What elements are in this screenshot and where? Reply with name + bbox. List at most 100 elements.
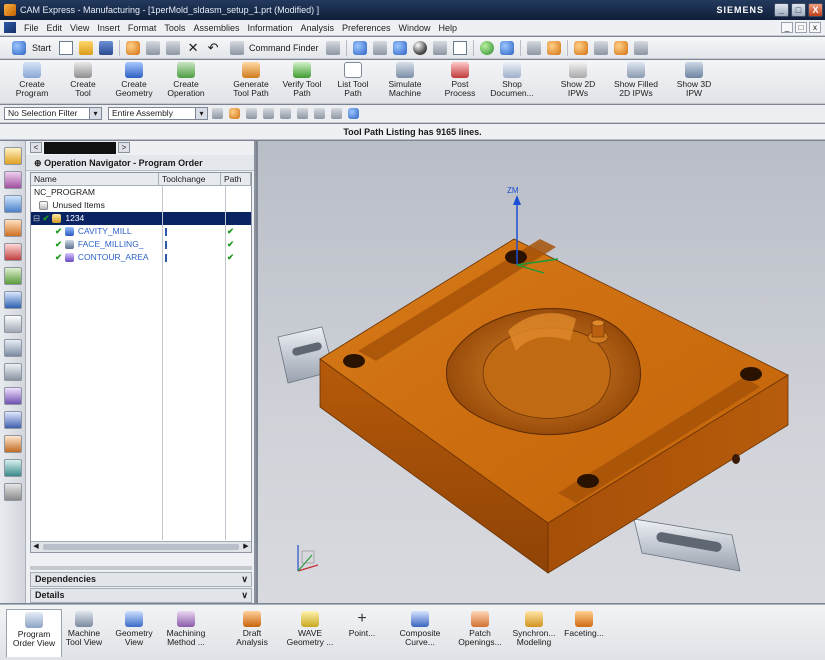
verify-toolpath-button[interactable]: Verify Tool Path — [276, 62, 328, 102]
cut-icon[interactable] — [126, 40, 141, 55]
select-component-icon[interactable] — [314, 108, 325, 119]
close-button[interactable]: X — [808, 3, 823, 17]
synchronous-modeling-button[interactable]: Synchron... Modeling — [506, 609, 562, 657]
select-face-icon[interactable] — [263, 108, 274, 119]
show-3d-ipw-button[interactable]: Show 3D IPW — [668, 62, 720, 102]
column-path-header[interactable]: Path — [221, 173, 251, 185]
copy-icon[interactable] — [146, 40, 161, 55]
wave-geometry-button[interactable]: WAVE Geometry ... — [282, 609, 338, 657]
composite-curve-button[interactable]: Composite Curve... — [392, 609, 448, 657]
post-process-button[interactable]: Post Process — [434, 62, 486, 102]
scroll-right-icon[interactable]: ▶ — [241, 542, 251, 552]
filter-options-icon[interactable] — [212, 108, 223, 119]
open-folder-icon[interactable] — [79, 40, 94, 55]
resource-extra-tab-icon[interactable] — [3, 483, 22, 501]
menu-view[interactable]: View — [66, 23, 93, 33]
render-style-icon[interactable] — [412, 40, 427, 55]
graphics-window[interactable]: ZM — [258, 141, 825, 603]
assembly-icon[interactable] — [526, 40, 541, 55]
system-scenes-tab-icon[interactable] — [3, 459, 22, 477]
menu-window[interactable]: Window — [395, 23, 435, 33]
select-body-icon[interactable] — [297, 108, 308, 119]
process-studio-tab-icon[interactable] — [3, 387, 22, 405]
right-clamp[interactable] — [633, 518, 741, 572]
shop-documentation-button[interactable]: Shop Documen... — [486, 62, 538, 102]
list-toolpath-button[interactable]: List Tool Path — [327, 62, 379, 102]
tree-row-nc-program[interactable]: NC_PROGRAM — [31, 186, 251, 199]
operation-navigator-tab-icon[interactable] — [3, 147, 22, 165]
select-feature-icon[interactable] — [331, 108, 342, 119]
dimension-icon[interactable] — [633, 40, 648, 55]
selection-scope-dropdown[interactable]: Entire Assembly — [108, 107, 208, 120]
zoom-icon[interactable] — [372, 40, 387, 55]
palettes-tab-icon[interactable] — [3, 315, 22, 333]
select-all-icon[interactable] — [246, 108, 257, 119]
mold-model-view[interactable]: ZM — [258, 141, 825, 603]
tab-scroll-left-icon[interactable]: < — [30, 142, 42, 153]
layer-settings-icon[interactable] — [452, 40, 467, 55]
create-operation-button[interactable]: Create Operation — [160, 62, 212, 102]
maximize-button[interactable]: □ — [791, 3, 806, 17]
measure-icon[interactable] — [546, 40, 561, 55]
select-edge-icon[interactable] — [280, 108, 291, 119]
menu-format[interactable]: Format — [124, 23, 161, 33]
shaded-edges-icon[interactable] — [432, 40, 447, 55]
snap-options-icon[interactable] — [229, 108, 240, 119]
scroll-left-icon[interactable]: ◀ — [31, 542, 41, 552]
save-icon[interactable] — [99, 40, 114, 55]
patch-openings-button[interactable]: Patch Openings... — [452, 609, 508, 657]
pin-icon[interactable]: ⊕ — [34, 158, 42, 168]
create-program-button[interactable]: Create Program — [6, 62, 58, 102]
tree-row-face-milling[interactable]: ✔ FACE_MILLING_ ✔ — [31, 238, 251, 251]
menu-tools[interactable]: Tools — [160, 23, 189, 33]
menu-analysis[interactable]: Analysis — [296, 23, 338, 33]
generate-toolpath-button[interactable]: Generate Tool Path — [225, 62, 277, 102]
web-browser-tab-icon[interactable] — [3, 291, 22, 309]
doc-close-button[interactable]: x — [809, 22, 821, 33]
navigator-tab-active[interactable] — [44, 142, 116, 154]
history-tab-icon[interactable] — [3, 339, 22, 357]
dependencies-panel[interactable]: Dependencies ∨ — [30, 572, 252, 587]
panel-splitter[interactable] — [30, 566, 252, 570]
roles-tab-icon[interactable] — [3, 435, 22, 453]
selection-filter-dropdown[interactable]: No Selection Filter — [4, 107, 102, 120]
hd3d-tools-tab-icon[interactable] — [3, 267, 22, 285]
horizontal-scrollbar[interactable]: ◀ ▶ — [31, 541, 251, 552]
menu-information[interactable]: Information — [243, 23, 296, 33]
tab-scroll-right-icon[interactable]: > — [118, 142, 130, 153]
doc-minimize-button[interactable]: _ — [781, 22, 793, 33]
menu-assemblies[interactable]: Assemblies — [189, 23, 243, 33]
manufacturing-icon[interactable] — [573, 40, 588, 55]
new-file-icon[interactable] — [59, 40, 74, 55]
analysis-icon[interactable] — [613, 40, 628, 55]
feature-icon[interactable] — [593, 40, 608, 55]
menu-edit[interactable]: Edit — [43, 23, 67, 33]
delete-icon[interactable]: ✕ — [186, 40, 200, 55]
details-panel[interactable]: Details ∨ — [30, 588, 252, 603]
select-point-icon[interactable] — [348, 108, 359, 119]
orient-view-icon[interactable] — [392, 40, 407, 55]
paste-icon[interactable] — [166, 40, 181, 55]
faceting-button[interactable]: Faceting... — [556, 609, 612, 657]
create-geometry-button[interactable]: Create Geometry — [108, 62, 160, 102]
chevron-down-icon[interactable]: ∨ — [241, 573, 248, 586]
system-materials-tab-icon[interactable] — [3, 363, 22, 381]
expand-minus-icon[interactable]: ⊟ — [33, 213, 40, 223]
geometry-view-button[interactable]: Geometry View — [106, 609, 162, 657]
machine-tool-view-button[interactable]: Machine Tool View — [56, 609, 112, 657]
wcs-icon[interactable] — [479, 40, 494, 55]
menu-preferences[interactable]: Preferences — [338, 23, 395, 33]
scroll-thumb[interactable] — [43, 544, 239, 550]
tree-row-unused-items[interactable]: Unused Items — [31, 199, 251, 212]
doc-restore-button[interactable]: □ — [795, 22, 807, 33]
select-filter-icon[interactable] — [325, 40, 340, 55]
machine-tool-navigator-tab-icon[interactable] — [3, 171, 22, 189]
column-name-header[interactable]: Name — [31, 173, 159, 185]
tree-row-contour-area[interactable]: ✔ CONTOUR_AREA ✔ — [31, 251, 251, 264]
tree-row-cavity-mill[interactable]: ✔ CAVITY_MILL ✔ — [31, 225, 251, 238]
create-tool-button[interactable]: Create Tool — [57, 62, 109, 102]
show-2d-ipw-button[interactable]: Show 2D IPWs — [552, 62, 604, 102]
snap-point-icon[interactable] — [499, 40, 514, 55]
menu-file[interactable]: File — [20, 23, 43, 33]
draft-analysis-button[interactable]: Draft Analysis — [224, 609, 280, 657]
